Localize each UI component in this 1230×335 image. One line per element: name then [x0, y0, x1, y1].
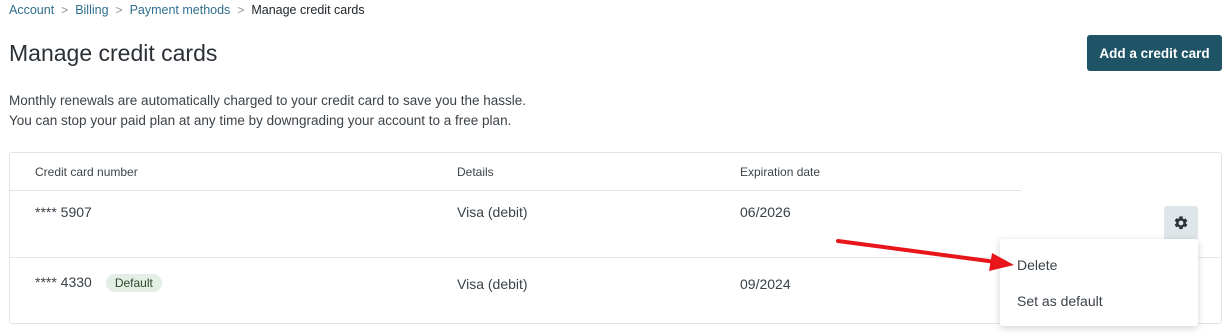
card-actions-menu: Delete Set as default: [1000, 239, 1198, 326]
add-credit-card-button[interactable]: Add a credit card: [1087, 35, 1222, 71]
description-line: You can stop your paid plan at any time …: [9, 113, 512, 128]
card-actions-button[interactable]: [1164, 206, 1198, 240]
breadcrumb-item-billing[interactable]: Billing: [75, 3, 108, 17]
card-details: Visa (debit): [457, 276, 528, 292]
breadcrumb-item-account[interactable]: Account: [9, 3, 54, 17]
column-header-details: Details: [457, 165, 494, 179]
card-number-cell: **** 4330 Default: [35, 274, 162, 292]
column-header-card-number: Credit card number: [35, 165, 138, 179]
gear-icon: [1174, 216, 1188, 230]
breadcrumb-item-payment-methods[interactable]: Payment methods: [130, 3, 231, 17]
menu-item-delete[interactable]: Delete: [1017, 257, 1057, 273]
menu-item-set-as-default[interactable]: Set as default: [1017, 293, 1103, 309]
chevron-right-icon: >: [61, 3, 69, 17]
card-expiration: 06/2026: [740, 204, 791, 220]
card-details: Visa (debit): [457, 204, 528, 220]
column-header-expiration: Expiration date: [740, 165, 821, 179]
page-description: Monthly renewals are automatically charg…: [9, 91, 526, 131]
breadcrumb-current: Manage credit cards: [251, 3, 365, 17]
card-expiration: 09/2024: [740, 276, 791, 292]
card-number: **** 4330: [35, 274, 92, 290]
table-header: Credit card number Details Expiration da…: [10, 153, 1021, 191]
description-line: Monthly renewals are automatically charg…: [9, 93, 527, 108]
default-badge: Default: [105, 274, 162, 292]
chevron-right-icon: >: [115, 3, 123, 17]
chevron-right-icon: >: [237, 3, 245, 17]
breadcrumb: Account > Billing > Payment methods > Ma…: [9, 3, 365, 17]
page-title: Manage credit cards: [9, 40, 218, 66]
card-number: **** 5907: [35, 204, 92, 220]
